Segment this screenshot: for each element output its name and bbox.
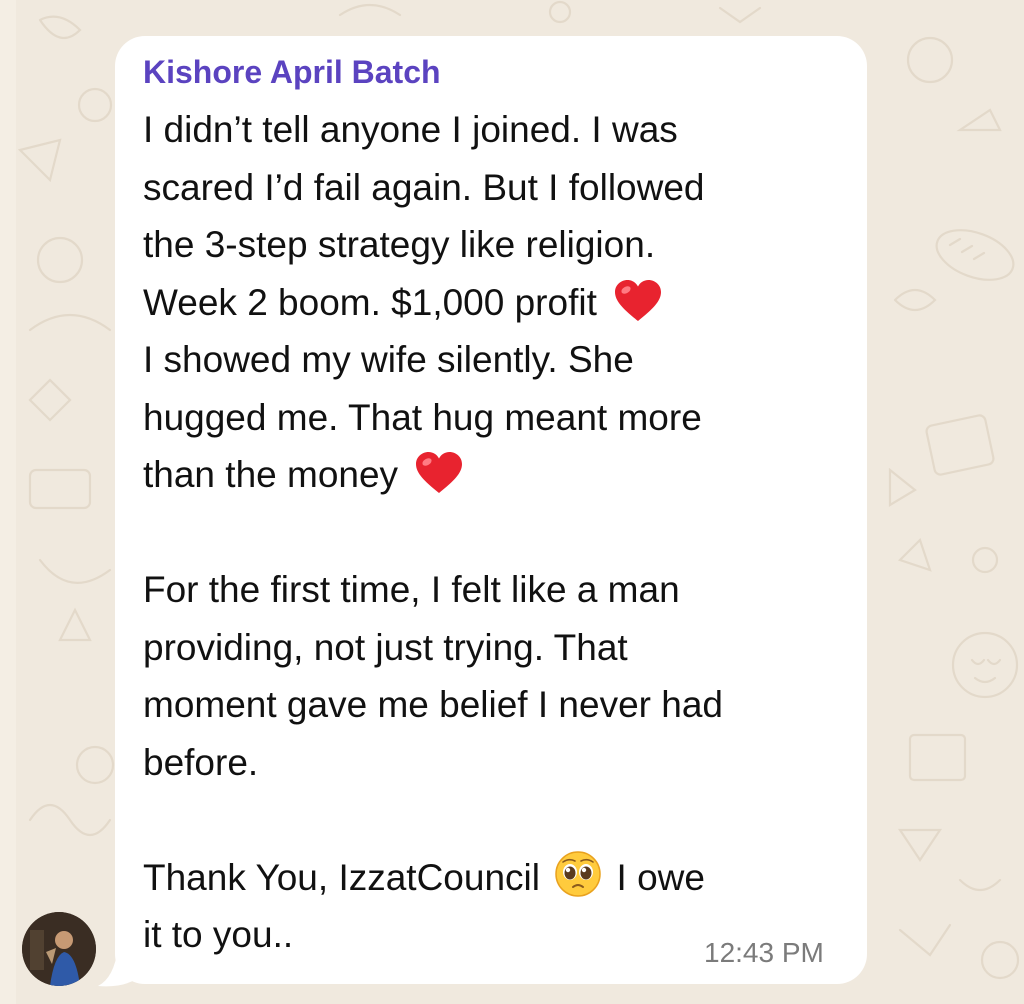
message-timestamp: 12:43 PM <box>704 937 824 968</box>
red-heart-icon <box>615 279 662 321</box>
pleading-face-icon <box>555 850 602 897</box>
message-line: hugged me. That hug meant more <box>143 396 702 438</box>
red-heart-icon <box>416 452 463 493</box>
message-line: before. <box>143 741 259 783</box>
message-line: Thank You, IzzatCouncil I owe <box>143 849 855 907</box>
message-line: providing, not just trying. That <box>143 626 628 668</box>
message-line-blank <box>143 791 855 849</box>
message-line: scared I’d fail again. But I followed <box>143 166 705 208</box>
message-line: the 3-step strategy like religion. <box>143 224 656 265</box>
sidebar-edge <box>0 0 16 1004</box>
user-avatar-icon <box>22 912 96 986</box>
message-line: I showed my wife silently. She <box>143 339 634 380</box>
message-line: For the first time, I felt like a man <box>143 569 680 610</box>
message-line-blank <box>143 504 855 562</box>
message-text: I didn’t tell anyone I joined. I was sca… <box>143 101 855 964</box>
message-line: than the money <box>143 446 855 504</box>
avatar[interactable] <box>22 912 96 986</box>
message-line: Week 2 boom. $1,000 profit <box>143 274 855 332</box>
message-line: I didn’t tell anyone I joined. I was <box>143 109 678 150</box>
sender-name[interactable]: Kishore April Batch <box>143 51 441 93</box>
message-line: moment gave me belief I never had <box>143 684 723 725</box>
